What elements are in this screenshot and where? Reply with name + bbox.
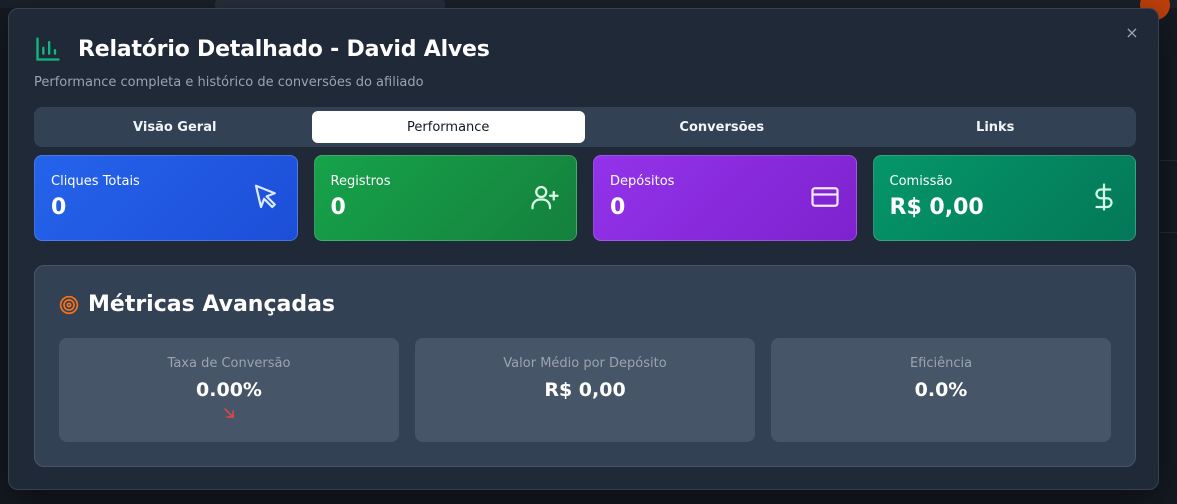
credit-card-icon [810,187,839,207]
report-modal: × Relatório Detalhado - David Alves Perf… [8,8,1159,490]
close-button[interactable]: × [1122,23,1142,43]
tab-visao-geral[interactable]: Visão Geral [38,111,312,143]
tab-links[interactable]: Links [859,111,1133,143]
metric-label: Taxa de Conversão [167,356,291,371]
background-divider [1160,160,1177,161]
stat-cards: Cliques Totais 0 Registros 0 Depósitos 0 [34,155,1136,241]
tab-performance[interactable]: Performance [311,111,585,143]
background-divider [1160,232,1177,233]
modal-header: Relatório Detalhado - David Alves Perfor… [34,35,1118,91]
modal-subtitle: Performance completa e histórico de conv… [34,75,424,90]
target-icon [59,295,79,314]
modal-title: Relatório Detalhado - David Alves [78,36,490,62]
metric-value: R$ 0,00 [544,379,626,401]
advanced-metrics-panel: Métricas Avançadas Taxa de Conversão 0.0… [34,265,1136,467]
metric-label: Eficiência [909,356,973,371]
cursor-icon [254,184,276,209]
dollar-icon [1095,183,1113,211]
user-plus-icon [531,185,559,210]
card-registrations: Registros 0 [313,155,577,241]
metrics-title: Métricas Avançadas [88,292,336,317]
card-label: Depósitos [610,174,675,189]
card-value: 0 [610,195,626,220]
card-value: 0 [51,195,67,220]
metric-efficiency: Eficiência 0.0% [771,338,1111,442]
card-label: Registros [330,174,391,189]
bar-chart-icon [36,37,60,61]
card-value: R$ 0,00 [889,195,984,220]
trend-down-icon [224,408,234,418]
close-icon[interactable]: × [1125,23,1138,42]
card-label: Comissão [889,174,953,189]
metric-average-deposit: Valor Médio por Depósito R$ 0,00 [415,338,755,442]
card-total-clicks: Cliques Totais 0 [34,155,298,241]
metric-value: 0.0% [914,379,968,401]
card-commission: Comissão R$ 0,00 [872,155,1136,241]
card-value: 0 [330,195,346,220]
card-deposits: Depósitos 0 [593,155,857,241]
card-label: Cliques Totais [51,174,140,189]
metric-conversion-rate: Taxa de Conversão 0.00% [59,338,399,442]
tab-conversoes[interactable]: Conversões [585,111,859,143]
tab-bar: Visão Geral Performance Conversões Links [34,107,1136,147]
metric-label: Valor Médio por Depósito [503,356,667,371]
metric-value: 0.00% [196,379,262,401]
background-header [0,0,1177,8]
